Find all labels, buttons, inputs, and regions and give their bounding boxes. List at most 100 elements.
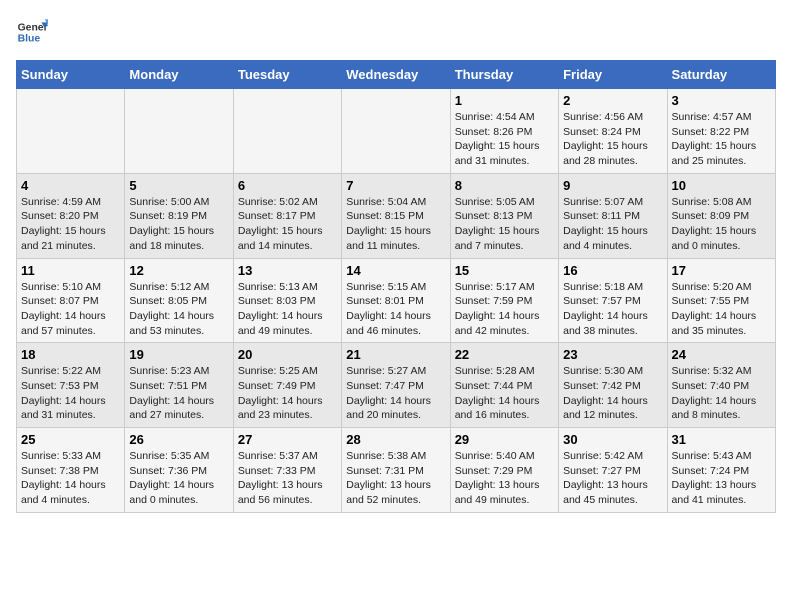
day-info: Sunrise: 5:00 AM Sunset: 8:19 PM Dayligh… xyxy=(129,195,228,254)
day-cell: 17 Sunrise: 5:20 AM Sunset: 7:55 PM Dayl… xyxy=(667,258,775,343)
day-cell: 14 Sunrise: 5:15 AM Sunset: 8:01 PM Dayl… xyxy=(342,258,450,343)
day-number: 10 xyxy=(672,178,771,193)
day-info: Sunrise: 5:23 AM Sunset: 7:51 PM Dayligh… xyxy=(129,364,228,423)
day-info: Sunrise: 5:02 AM Sunset: 8:17 PM Dayligh… xyxy=(238,195,337,254)
day-info: Sunrise: 5:13 AM Sunset: 8:03 PM Dayligh… xyxy=(238,280,337,339)
day-cell: 9 Sunrise: 5:07 AM Sunset: 8:11 PM Dayli… xyxy=(559,173,667,258)
day-info: Sunrise: 5:28 AM Sunset: 7:44 PM Dayligh… xyxy=(455,364,554,423)
day-cell: 26 Sunrise: 5:35 AM Sunset: 7:36 PM Dayl… xyxy=(125,428,233,513)
day-number: 22 xyxy=(455,347,554,362)
day-info: Sunrise: 5:22 AM Sunset: 7:53 PM Dayligh… xyxy=(21,364,120,423)
day-info: Sunrise: 5:25 AM Sunset: 7:49 PM Dayligh… xyxy=(238,364,337,423)
week-row-4: 18 Sunrise: 5:22 AM Sunset: 7:53 PM Dayl… xyxy=(17,343,776,428)
weekday-header-friday: Friday xyxy=(559,61,667,89)
day-cell: 20 Sunrise: 5:25 AM Sunset: 7:49 PM Dayl… xyxy=(233,343,341,428)
weekday-header-saturday: Saturday xyxy=(667,61,775,89)
day-number: 14 xyxy=(346,263,445,278)
day-info: Sunrise: 5:04 AM Sunset: 8:15 PM Dayligh… xyxy=(346,195,445,254)
day-cell: 16 Sunrise: 5:18 AM Sunset: 7:57 PM Dayl… xyxy=(559,258,667,343)
day-info: Sunrise: 4:56 AM Sunset: 8:24 PM Dayligh… xyxy=(563,110,662,169)
day-info: Sunrise: 5:32 AM Sunset: 7:40 PM Dayligh… xyxy=(672,364,771,423)
weekday-header-sunday: Sunday xyxy=(17,61,125,89)
day-info: Sunrise: 5:43 AM Sunset: 7:24 PM Dayligh… xyxy=(672,449,771,508)
day-cell: 28 Sunrise: 5:38 AM Sunset: 7:31 PM Dayl… xyxy=(342,428,450,513)
day-cell: 25 Sunrise: 5:33 AM Sunset: 7:38 PM Dayl… xyxy=(17,428,125,513)
day-cell: 3 Sunrise: 4:57 AM Sunset: 8:22 PM Dayli… xyxy=(667,89,775,174)
day-info: Sunrise: 5:40 AM Sunset: 7:29 PM Dayligh… xyxy=(455,449,554,508)
day-number: 13 xyxy=(238,263,337,278)
logo: General Blue xyxy=(16,16,52,48)
svg-text:Blue: Blue xyxy=(18,34,41,45)
day-number: 1 xyxy=(455,93,554,108)
day-number: 5 xyxy=(129,178,228,193)
day-number: 31 xyxy=(672,432,771,447)
day-info: Sunrise: 4:59 AM Sunset: 8:20 PM Dayligh… xyxy=(21,195,120,254)
day-cell: 7 Sunrise: 5:04 AM Sunset: 8:15 PM Dayli… xyxy=(342,173,450,258)
week-row-2: 4 Sunrise: 4:59 AM Sunset: 8:20 PM Dayli… xyxy=(17,173,776,258)
day-number: 12 xyxy=(129,263,228,278)
day-number: 4 xyxy=(21,178,120,193)
day-info: Sunrise: 4:54 AM Sunset: 8:26 PM Dayligh… xyxy=(455,110,554,169)
day-info: Sunrise: 5:42 AM Sunset: 7:27 PM Dayligh… xyxy=(563,449,662,508)
day-cell xyxy=(125,89,233,174)
day-number: 25 xyxy=(21,432,120,447)
day-cell: 13 Sunrise: 5:13 AM Sunset: 8:03 PM Dayl… xyxy=(233,258,341,343)
day-number: 18 xyxy=(21,347,120,362)
day-number: 6 xyxy=(238,178,337,193)
week-row-5: 25 Sunrise: 5:33 AM Sunset: 7:38 PM Dayl… xyxy=(17,428,776,513)
day-info: Sunrise: 5:27 AM Sunset: 7:47 PM Dayligh… xyxy=(346,364,445,423)
weekday-header-monday: Monday xyxy=(125,61,233,89)
logo-icon: General Blue xyxy=(16,16,48,48)
day-cell: 30 Sunrise: 5:42 AM Sunset: 7:27 PM Dayl… xyxy=(559,428,667,513)
day-number: 27 xyxy=(238,432,337,447)
day-cell: 31 Sunrise: 5:43 AM Sunset: 7:24 PM Dayl… xyxy=(667,428,775,513)
day-number: 16 xyxy=(563,263,662,278)
day-cell: 11 Sunrise: 5:10 AM Sunset: 8:07 PM Dayl… xyxy=(17,258,125,343)
calendar-table: SundayMondayTuesdayWednesdayThursdayFrid… xyxy=(16,60,776,513)
day-info: Sunrise: 5:37 AM Sunset: 7:33 PM Dayligh… xyxy=(238,449,337,508)
day-info: Sunrise: 5:12 AM Sunset: 8:05 PM Dayligh… xyxy=(129,280,228,339)
day-cell: 5 Sunrise: 5:00 AM Sunset: 8:19 PM Dayli… xyxy=(125,173,233,258)
week-row-3: 11 Sunrise: 5:10 AM Sunset: 8:07 PM Dayl… xyxy=(17,258,776,343)
day-number: 15 xyxy=(455,263,554,278)
day-number: 23 xyxy=(563,347,662,362)
weekday-header-thursday: Thursday xyxy=(450,61,558,89)
day-cell: 12 Sunrise: 5:12 AM Sunset: 8:05 PM Dayl… xyxy=(125,258,233,343)
day-number: 9 xyxy=(563,178,662,193)
day-cell: 10 Sunrise: 5:08 AM Sunset: 8:09 PM Dayl… xyxy=(667,173,775,258)
weekday-header-tuesday: Tuesday xyxy=(233,61,341,89)
day-cell: 15 Sunrise: 5:17 AM Sunset: 7:59 PM Dayl… xyxy=(450,258,558,343)
day-number: 3 xyxy=(672,93,771,108)
day-info: Sunrise: 5:35 AM Sunset: 7:36 PM Dayligh… xyxy=(129,449,228,508)
day-cell xyxy=(233,89,341,174)
day-info: Sunrise: 5:20 AM Sunset: 7:55 PM Dayligh… xyxy=(672,280,771,339)
day-cell: 18 Sunrise: 5:22 AM Sunset: 7:53 PM Dayl… xyxy=(17,343,125,428)
day-number: 17 xyxy=(672,263,771,278)
day-number: 26 xyxy=(129,432,228,447)
day-cell: 4 Sunrise: 4:59 AM Sunset: 8:20 PM Dayli… xyxy=(17,173,125,258)
day-number: 20 xyxy=(238,347,337,362)
day-number: 30 xyxy=(563,432,662,447)
day-number: 19 xyxy=(129,347,228,362)
day-info: Sunrise: 5:08 AM Sunset: 8:09 PM Dayligh… xyxy=(672,195,771,254)
day-info: Sunrise: 5:38 AM Sunset: 7:31 PM Dayligh… xyxy=(346,449,445,508)
day-cell: 6 Sunrise: 5:02 AM Sunset: 8:17 PM Dayli… xyxy=(233,173,341,258)
day-number: 21 xyxy=(346,347,445,362)
day-number: 24 xyxy=(672,347,771,362)
weekday-header-wednesday: Wednesday xyxy=(342,61,450,89)
day-cell: 8 Sunrise: 5:05 AM Sunset: 8:13 PM Dayli… xyxy=(450,173,558,258)
day-info: Sunrise: 5:15 AM Sunset: 8:01 PM Dayligh… xyxy=(346,280,445,339)
day-cell: 24 Sunrise: 5:32 AM Sunset: 7:40 PM Dayl… xyxy=(667,343,775,428)
day-cell: 23 Sunrise: 5:30 AM Sunset: 7:42 PM Dayl… xyxy=(559,343,667,428)
weekday-header-row: SundayMondayTuesdayWednesdayThursdayFrid… xyxy=(17,61,776,89)
day-cell: 22 Sunrise: 5:28 AM Sunset: 7:44 PM Dayl… xyxy=(450,343,558,428)
day-cell: 19 Sunrise: 5:23 AM Sunset: 7:51 PM Dayl… xyxy=(125,343,233,428)
day-cell: 1 Sunrise: 4:54 AM Sunset: 8:26 PM Dayli… xyxy=(450,89,558,174)
day-number: 7 xyxy=(346,178,445,193)
day-info: Sunrise: 5:17 AM Sunset: 7:59 PM Dayligh… xyxy=(455,280,554,339)
day-number: 29 xyxy=(455,432,554,447)
day-number: 28 xyxy=(346,432,445,447)
day-cell: 29 Sunrise: 5:40 AM Sunset: 7:29 PM Dayl… xyxy=(450,428,558,513)
day-number: 11 xyxy=(21,263,120,278)
header: General Blue xyxy=(16,16,776,48)
